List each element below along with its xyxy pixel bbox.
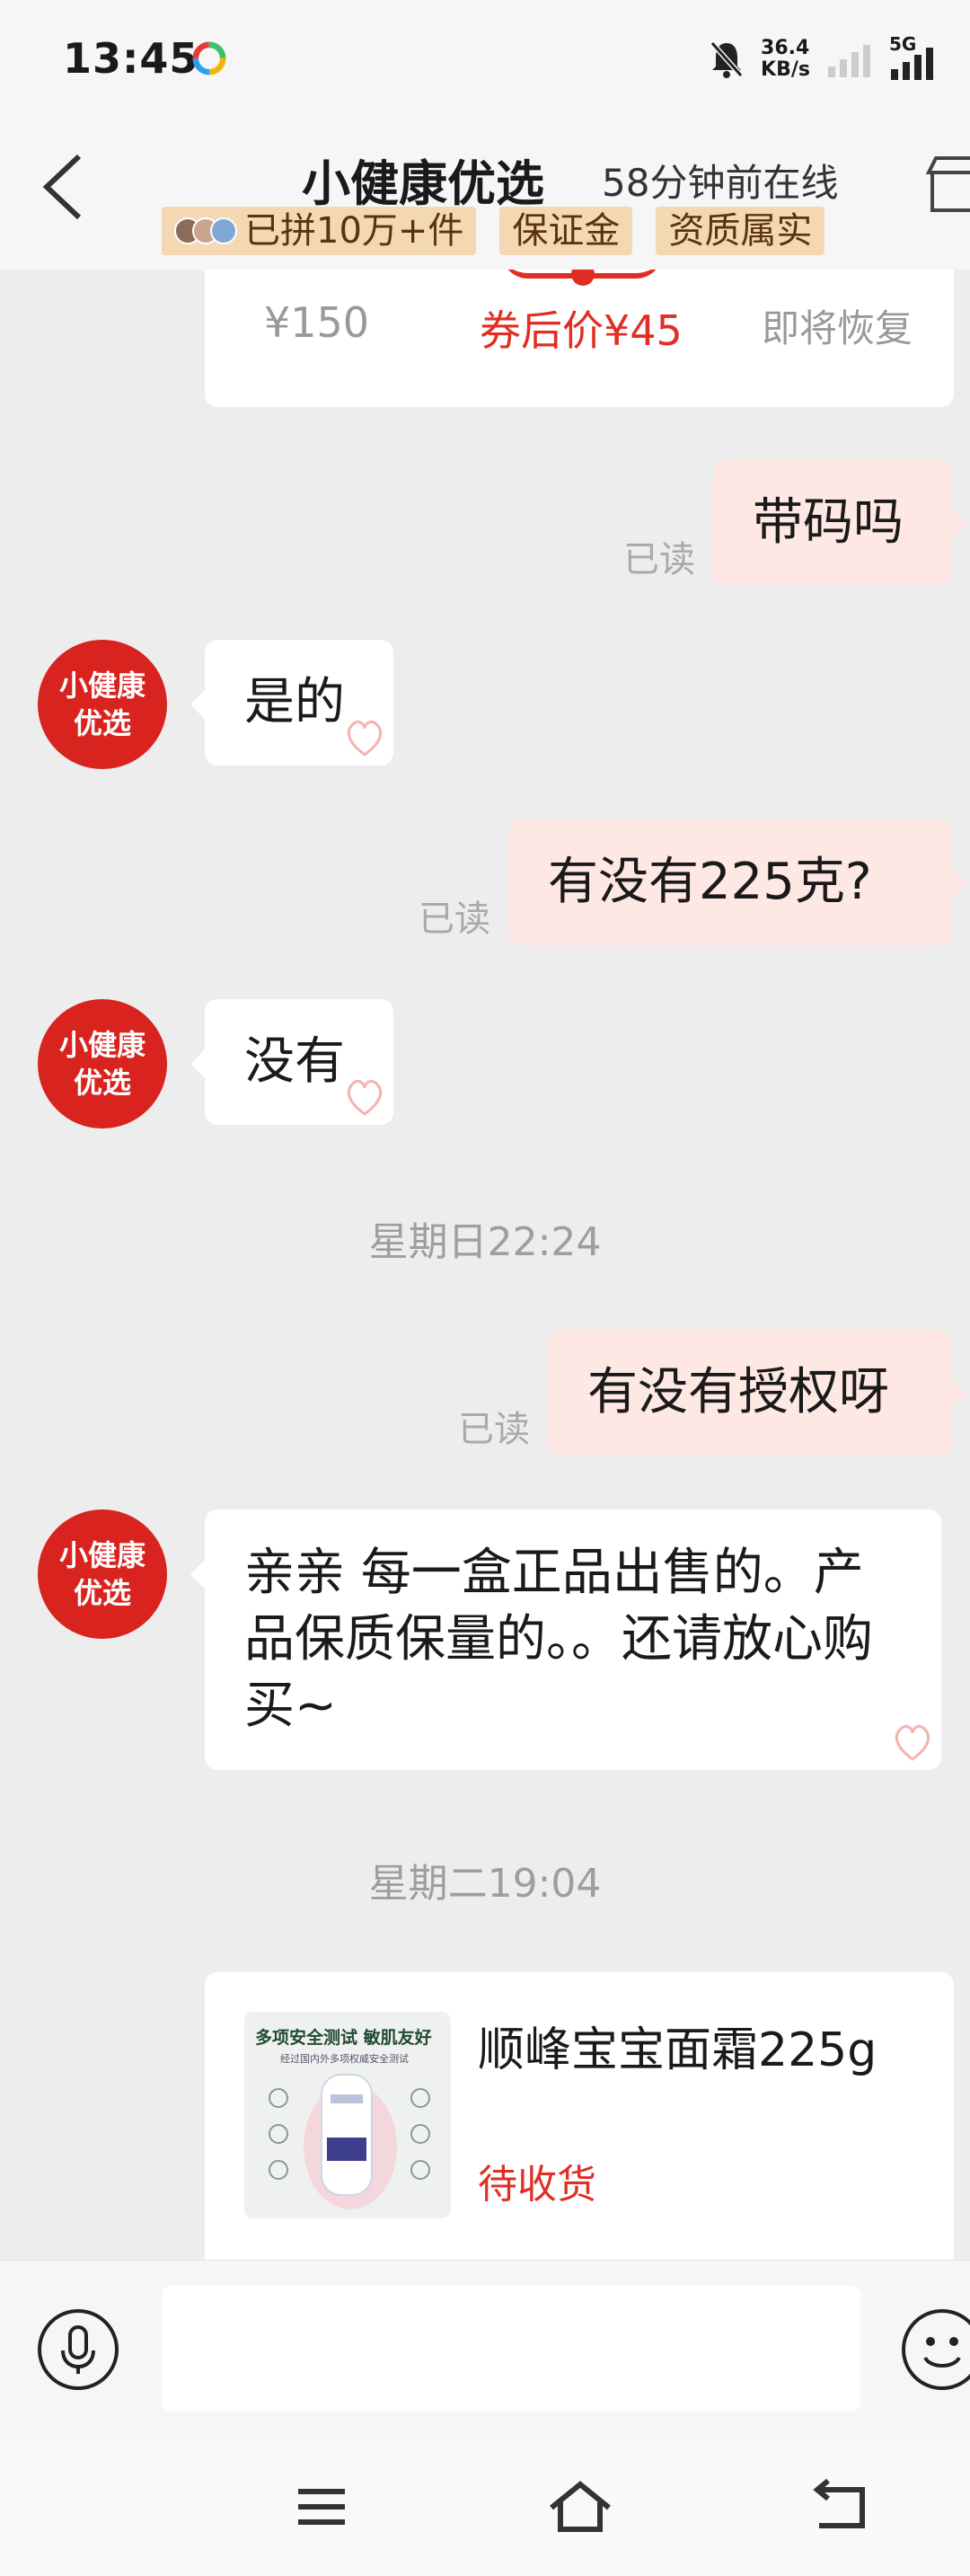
net-speed-value: 36.4 <box>761 37 810 59</box>
message-bubble-them[interactable]: 没有 <box>190 999 393 1125</box>
order-product-name: 顺峰宝宝面霜225g <box>478 2023 877 2077</box>
message-input[interactable] <box>162 2286 860 2412</box>
coupon-dot <box>571 270 595 286</box>
restore-text: 即将恢复 <box>762 306 913 350</box>
system-nav-bar <box>0 2439 970 2576</box>
message-bubble-me[interactable]: 有没有授权呀 <box>548 1330 966 1456</box>
return-icon[interactable] <box>803 2475 875 2538</box>
avatar-line2: 优选 <box>73 1066 131 1100</box>
message-text: 是的 <box>244 673 345 731</box>
deposit-badge: 保证金 <box>499 207 633 255</box>
original-price: ¥150 <box>264 298 370 347</box>
menu-icon[interactable] <box>286 2475 357 2538</box>
order-card[interactable]: 多项安全测试 敏肌友好 经过国内外多项权威安全测试 顺峰宝宝面霜225g 待收货 <box>205 1972 954 2260</box>
product-image-icon <box>269 2074 430 2209</box>
online-status: 58分钟前在线 <box>602 161 839 205</box>
shop-name[interactable]: 小健康优选 <box>302 144 544 215</box>
signal-5g: 5G <box>889 33 936 80</box>
product-card[interactable]: ¥150 券后价¥45 即将恢复 <box>205 270 954 407</box>
home-icon[interactable] <box>544 2475 616 2538</box>
signal-5g-icon <box>891 48 933 80</box>
timestamp: 星期二19:04 <box>368 1861 602 1907</box>
pin-watermark-icon <box>347 720 383 757</box>
sales-badge-label: 已拼10万+件 <box>244 210 464 252</box>
shop-badges: 已拼10万+件 保证金 资质属实 <box>162 207 825 255</box>
voice-icon[interactable] <box>36 2307 120 2392</box>
buyer-avatars <box>174 217 237 244</box>
avatar[interactable]: 小健康 优选 <box>38 999 167 1129</box>
verified-badge: 资质属实 <box>656 207 825 255</box>
status-bar: 13:45 36.4 KB/s 5G <box>0 0 970 126</box>
order-status: 待收货 <box>478 2162 596 2208</box>
avatar[interactable]: 小健康 优选 <box>38 640 167 769</box>
signal-icon <box>828 45 870 77</box>
mute-bell-icon <box>710 41 744 78</box>
input-bar <box>0 2260 970 2439</box>
coupon-price: 券后价¥45 <box>480 306 683 355</box>
message-bubble-them[interactable]: 是的 <box>190 640 393 766</box>
chat-header: 小健康优选 58分钟前在线 已拼10万+件 保证金 资质属实 <box>0 126 970 270</box>
status-time: 13:45 <box>63 34 199 83</box>
message-bubble-me[interactable]: 有没有225克? <box>508 819 966 945</box>
net-speed: 36.4 KB/s <box>761 38 810 81</box>
avatar-line2: 优选 <box>73 706 131 740</box>
store-icon[interactable] <box>923 151 970 223</box>
avatar-line1: 小健康 <box>58 1538 146 1572</box>
message-text: 亲亲 每一盒正品出售的。产品保质保量的。。还请放心购买~ <box>244 1544 873 1735</box>
message-bubble-them[interactable]: 亲亲 每一盒正品出售的。产品保质保量的。。还请放心购买~ <box>190 1509 941 1770</box>
pin-watermark-icon <box>347 1079 383 1116</box>
pin-watermark-icon <box>895 1724 930 1761</box>
avatar-line1: 小健康 <box>58 668 146 703</box>
chat-area[interactable]: ¥150 券后价¥45 即将恢复 已读 带码吗 小健康 优选 是的 已读 有没有… <box>0 270 970 2260</box>
sales-badge: 已拼10万+件 <box>162 207 477 255</box>
net-speed-unit: KB/s <box>761 58 810 81</box>
app-logo-icon <box>192 41 226 75</box>
timestamp: 星期日22:24 <box>368 1219 602 1265</box>
status-right: 36.4 KB/s 5G <box>709 33 936 83</box>
product-thumbnail[interactable]: 多项安全测试 敏肌友好 经过国内外多项权威安全测试 <box>244 2012 451 2218</box>
read-receipt: 已读 <box>623 539 695 580</box>
message-bubble-me[interactable]: 带码吗 <box>713 460 966 586</box>
back-arrow-icon[interactable] <box>32 142 104 232</box>
avatar-line1: 小健康 <box>58 1028 146 1062</box>
avatar[interactable]: 小健康 优选 <box>38 1509 167 1639</box>
avatar-line2: 优选 <box>73 1576 131 1610</box>
message-text: 没有 <box>244 1032 345 1091</box>
emoji-icon[interactable] <box>900 2307 970 2392</box>
read-receipt: 已读 <box>419 899 490 940</box>
read-receipt: 已读 <box>458 1409 530 1450</box>
